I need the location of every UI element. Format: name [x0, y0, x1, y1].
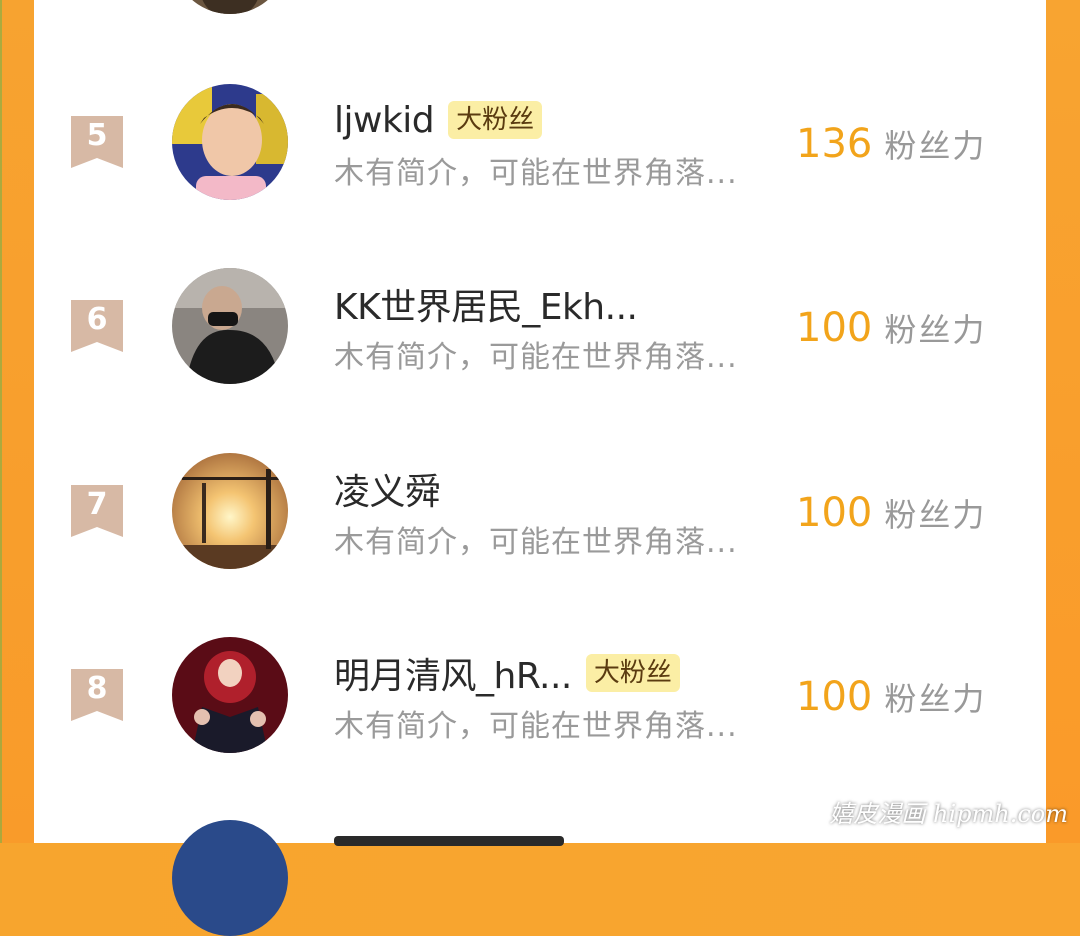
partial-next-row-name: [334, 836, 564, 846]
user-intro: 木有简介，可能在世界角落...: [334, 709, 738, 744]
user-name[interactable]: 凌义舜: [334, 463, 441, 515]
ranking-row[interactable]: 7 凌义舜 木有简介，可能在世界角落... 100 粉丝力: [34, 449, 1046, 579]
rank-number: 7: [86, 487, 108, 522]
anime-art-avatar[interactable]: [172, 637, 288, 753]
avatar-partial-top[interactable]: [172, 0, 288, 14]
rank-number: 6: [86, 302, 108, 337]
big-fan-badge: 大粉丝: [585, 654, 680, 692]
avatar-partial-bottom[interactable]: [172, 820, 288, 936]
ranking-row[interactable]: 6 KK世界居民_Ekh... 木有简介，可能在世界角落... 100 粉丝力: [34, 264, 1046, 394]
rank-ribbon: 6: [71, 300, 123, 352]
user-name[interactable]: ljwkid: [334, 100, 435, 141]
rank-ribbon: 8: [71, 669, 123, 721]
site-watermark: 嬉皮漫画 hipmh.com: [829, 800, 1068, 828]
user-name[interactable]: 明月清风_hR...: [334, 647, 572, 699]
rank-number: 8: [86, 671, 108, 706]
fan-power-score: 100 粉丝力: [796, 304, 986, 352]
user-intro: 木有简介，可能在世界角落...: [334, 525, 738, 560]
score-unit: 粉丝力: [884, 311, 987, 349]
rank-ribbon: 7: [71, 485, 123, 537]
score-value: 100: [796, 674, 873, 720]
fan-power-score: 100 粉丝力: [796, 673, 986, 721]
score-value: 100: [796, 490, 873, 536]
user-name[interactable]: KK世界居民_Ekh...: [334, 278, 638, 330]
score-unit: 粉丝力: [884, 496, 987, 534]
left-orange-border: [0, 0, 34, 843]
user-name-line: ljwkid 大粉丝: [334, 96, 543, 144]
score-unit: 粉丝力: [884, 680, 987, 718]
score-value: 100: [796, 305, 873, 351]
fan-power-score: 100 粉丝力: [796, 489, 986, 537]
user-name-line: KK世界居民_Ekh...: [334, 278, 638, 330]
user-name-line: 凌义舜: [334, 465, 441, 513]
rank-ribbon: 5: [71, 116, 123, 168]
masked-person-avatar[interactable]: [172, 268, 288, 384]
rank-number: 5: [86, 118, 108, 153]
ranking-row[interactable]: 5 ljwkid 大粉丝 木有简介，可能在世界角落... 136 粉丝力: [34, 80, 1046, 210]
big-fan-badge: 大粉丝: [448, 101, 543, 139]
sunset-crane-avatar[interactable]: [172, 453, 288, 569]
score-value: 136: [796, 121, 873, 167]
fan-ranking-list: 5 ljwkid 大粉丝 木有简介，可能在世界角落... 136 粉丝力 6 K…: [34, 0, 1046, 936]
child-photo-avatar[interactable]: [172, 84, 288, 200]
right-orange-border: [1046, 0, 1080, 843]
ranking-row[interactable]: 8 明月清风_hR... 大粉丝 木有简介，可能在世界角落... 100 粉丝力: [34, 633, 1046, 763]
fan-power-score: 136 粉丝力: [796, 120, 986, 168]
user-intro: 木有简介，可能在世界角落...: [334, 156, 738, 191]
score-unit: 粉丝力: [884, 127, 987, 165]
user-intro: 木有简介，可能在世界角落...: [334, 340, 738, 375]
user-name-line: 明月清风_hR... 大粉丝: [334, 649, 680, 697]
